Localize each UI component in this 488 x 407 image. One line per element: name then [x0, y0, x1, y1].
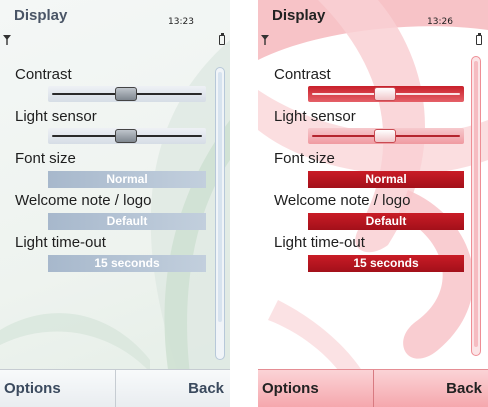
slider-thumb[interactable] [374, 87, 396, 101]
welcome-note-value[interactable]: Default [308, 213, 464, 230]
back-softkey[interactable]: Back [373, 370, 488, 407]
battery-icon [219, 33, 225, 45]
slider-thumb[interactable] [115, 87, 137, 101]
light-timeout-label: Light time-out [274, 234, 365, 251]
options-softkey[interactable]: Options [0, 370, 115, 407]
welcome-note-label: Welcome note / logo [15, 192, 152, 209]
options-softkey[interactable]: Options [258, 370, 373, 407]
light-timeout-value[interactable]: 15 seconds [48, 255, 206, 272]
clock: 13:23 [168, 17, 194, 27]
battery-icon [476, 33, 482, 45]
signal-icon [3, 35, 11, 45]
light-sensor-slider[interactable] [308, 128, 464, 144]
welcome-note-value[interactable]: Default [48, 213, 206, 230]
softkey-bar: Options Back [0, 369, 230, 407]
light-sensor-label: Light sensor [15, 108, 97, 125]
light-timeout-label: Light time-out [15, 234, 106, 251]
clock: 13:26 [427, 17, 453, 27]
slider-thumb[interactable] [374, 129, 396, 143]
welcome-note-label: Welcome note / logo [274, 192, 411, 209]
contrast-label: Contrast [274, 66, 331, 83]
phone-screen-grey: Display 13:23 Contrast Light sensor Font… [0, 0, 230, 407]
title-bar: Display 13:23 [0, 0, 230, 34]
phone-screen-red: Display 13:26 Contrast Light sensor Font… [258, 0, 488, 407]
contrast-slider[interactable] [48, 86, 206, 102]
title-bar: Display 13:26 [258, 0, 488, 34]
font-size-value[interactable]: Normal [48, 171, 206, 188]
scrollbar[interactable] [471, 56, 481, 356]
back-softkey[interactable]: Back [115, 370, 230, 407]
contrast-slider[interactable] [308, 86, 464, 102]
light-sensor-label: Light sensor [274, 108, 356, 125]
light-timeout-value[interactable]: 15 seconds [308, 255, 464, 272]
scrollbar[interactable] [215, 67, 225, 360]
contrast-label: Contrast [15, 66, 72, 83]
softkey-bar: Options Back [258, 369, 488, 407]
page-title: Display [14, 7, 68, 24]
slider-thumb[interactable] [115, 129, 137, 143]
signal-icon [261, 35, 269, 45]
page-title: Display [272, 7, 326, 24]
font-size-label: Font size [15, 150, 76, 167]
light-sensor-slider[interactable] [48, 128, 206, 144]
font-size-value[interactable]: Normal [308, 171, 464, 188]
font-size-label: Font size [274, 150, 335, 167]
